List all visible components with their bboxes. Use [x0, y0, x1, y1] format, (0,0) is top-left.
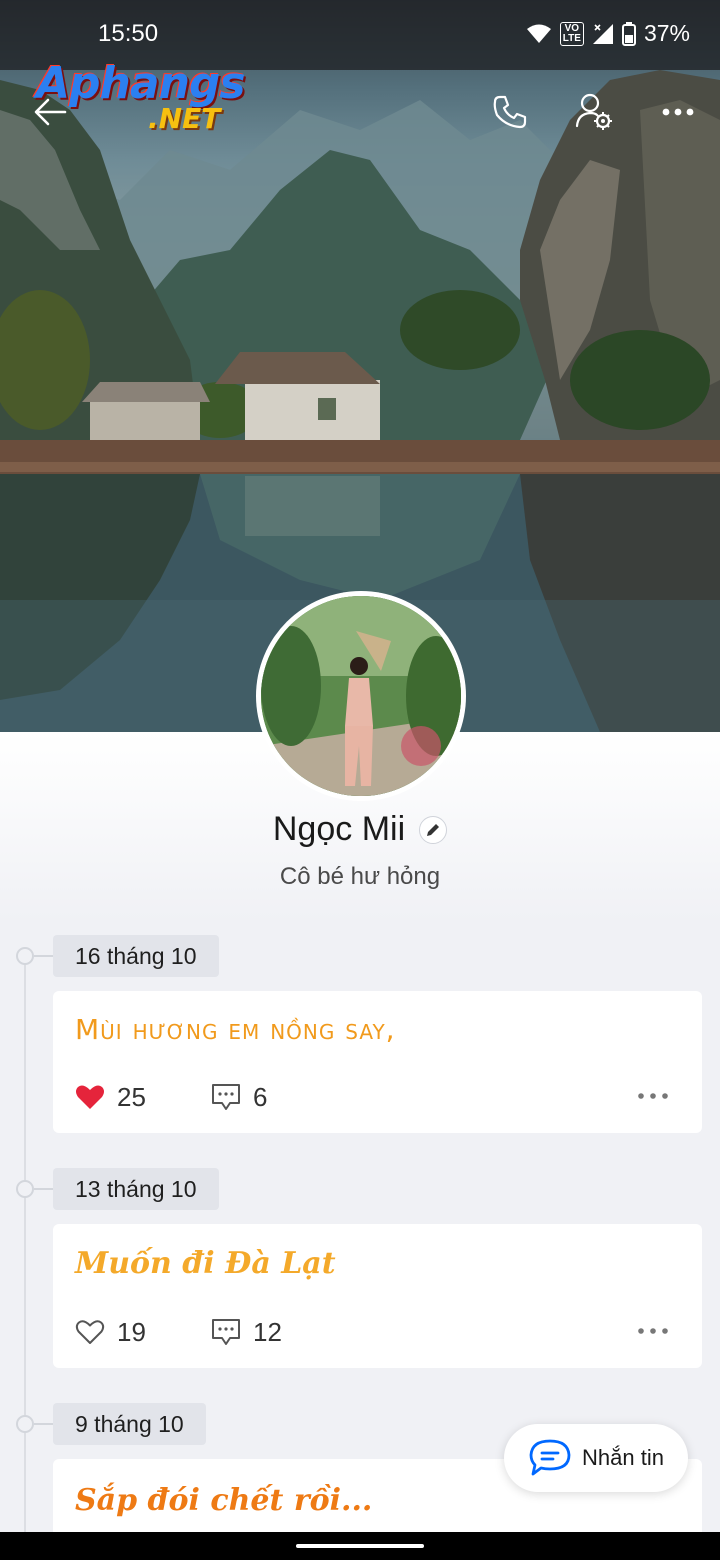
- profile-name: Ngọc Mii: [272, 810, 406, 848]
- comment-count: 6: [253, 1081, 268, 1112]
- more-options-button[interactable]: [656, 90, 700, 134]
- signal-icon: [592, 23, 613, 44]
- more-horizontal-icon: [662, 108, 694, 116]
- more-horizontal-icon: [638, 1093, 668, 1099]
- battery-icon: [621, 21, 636, 46]
- back-button[interactable]: [28, 90, 72, 134]
- timeline-dot: [16, 947, 34, 965]
- status-icons: VO LTE 37%: [526, 20, 690, 47]
- wifi-icon: [526, 24, 551, 43]
- post-text: Sắp đói chết rồi...: [75, 1483, 373, 1518]
- post-more-button[interactable]: [637, 1322, 669, 1340]
- post-text: Mùi hương em nồng say,: [75, 1013, 396, 1046]
- home-gesture-handle[interactable]: [296, 1544, 424, 1548]
- call-button[interactable]: [488, 90, 532, 134]
- comment-icon: [212, 1319, 240, 1345]
- like-count: 25: [117, 1081, 146, 1112]
- post-date-chip: 9 tháng 10: [53, 1403, 206, 1445]
- profile-bio: Cô bé hư hỏng: [279, 863, 441, 890]
- heart-outline-icon: [75, 1320, 105, 1344]
- more-horizontal-icon: [638, 1328, 668, 1334]
- volte-icon: VO LTE: [559, 21, 584, 46]
- status-time: 15:50: [98, 20, 159, 47]
- comment-count: 12: [253, 1316, 282, 1347]
- chat-bubble-icon: [529, 1439, 571, 1476]
- post-card[interactable]: Muốn đi Đà Lạt 19 12: [53, 1224, 702, 1368]
- post-actions: 25 6: [75, 1077, 685, 1117]
- comment-button[interactable]: 6: [211, 1082, 267, 1113]
- system-navigation-bar: [0, 1532, 720, 1560]
- phone-icon: [493, 95, 527, 129]
- timeline-dot: [16, 1180, 34, 1198]
- like-count: 19: [117, 1316, 146, 1347]
- timeline-connector: [34, 1188, 54, 1190]
- like-button[interactable]: 19: [75, 1317, 211, 1348]
- comment-icon: [212, 1084, 240, 1110]
- user-settings-icon: [575, 93, 612, 130]
- edit-name-button[interactable]: [419, 815, 448, 844]
- post-date-chip: 13 tháng 10: [53, 1168, 219, 1210]
- comment-button[interactable]: 12: [211, 1317, 282, 1348]
- timeline-line: [24, 963, 26, 1560]
- arrow-left-icon: [34, 98, 67, 126]
- timeline-connector: [34, 1423, 54, 1425]
- heart-filled-icon: [76, 1085, 104, 1109]
- timeline-connector: [34, 955, 54, 957]
- watermark-line2: .NET: [148, 102, 221, 135]
- post-date-chip: 16 tháng 10: [53, 935, 219, 977]
- post-actions: 19 12: [75, 1312, 685, 1352]
- profile-name-row: Ngọc Mii: [0, 810, 720, 849]
- like-button[interactable]: 25: [75, 1082, 211, 1113]
- avatar-image: [261, 596, 461, 796]
- post-text: Muốn đi Đà Lạt: [75, 1246, 336, 1281]
- post-more-button[interactable]: [637, 1087, 669, 1105]
- profile-settings-button[interactable]: [572, 90, 616, 134]
- post-card[interactable]: Mùi hương em nồng say, 25 6: [53, 991, 702, 1133]
- timeline-dot: [16, 1415, 34, 1433]
- send-message-button[interactable]: Nhắn tin: [504, 1424, 688, 1492]
- send-message-label: Nhắn tin: [582, 1445, 664, 1470]
- avatar-photo: [261, 596, 461, 796]
- pencil-icon: [427, 823, 440, 836]
- avatar[interactable]: [256, 591, 466, 801]
- battery-percent: 37%: [643, 20, 690, 46]
